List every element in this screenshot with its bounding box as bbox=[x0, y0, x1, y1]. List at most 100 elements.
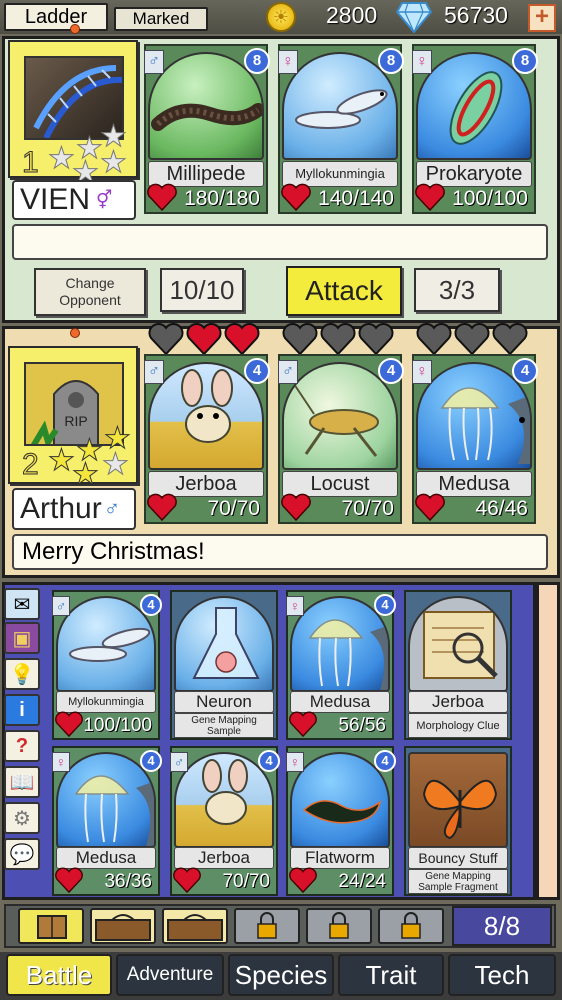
player-card[interactable]: ♀ 4 Medusa 46/46 bbox=[412, 354, 538, 524]
level-badge: 8 bbox=[244, 48, 270, 74]
card-subtitle: Morphology Clue bbox=[408, 713, 508, 738]
star-icon: ★ bbox=[102, 448, 130, 481]
male-icon: ♂ bbox=[278, 360, 298, 384]
male-icon: ♂ bbox=[52, 596, 70, 616]
player-name-text: Arthur bbox=[20, 492, 102, 525]
inventory-card[interactable]: Bouncy Stuff Gene Mapping Sample Fragmen… bbox=[404, 746, 512, 896]
opponent-rank: 1 bbox=[22, 146, 40, 180]
level-badge: 4 bbox=[140, 594, 162, 616]
female-icon: ♀ bbox=[286, 752, 304, 772]
player-name: Arthur ♂ bbox=[12, 488, 136, 530]
card-hp: 24/24 bbox=[338, 871, 386, 892]
info-icon[interactable]: i bbox=[4, 694, 40, 726]
inventory-scrollbar[interactable] bbox=[536, 582, 560, 900]
opponent-card[interactable]: ♂ 8 Millipede 180/180 bbox=[144, 44, 270, 214]
level-badge: 8 bbox=[512, 48, 538, 74]
box-slot[interactable] bbox=[18, 908, 84, 944]
book-icon[interactable]: 📖 bbox=[4, 766, 40, 798]
card-hp: 70/70 bbox=[207, 497, 260, 520]
locked-slot[interactable] bbox=[378, 908, 444, 944]
star-icon: ★ bbox=[48, 444, 76, 477]
female-icon: ♀ bbox=[52, 752, 70, 772]
tab-trait[interactable]: Trait bbox=[338, 954, 444, 996]
attack-button[interactable]: Attack bbox=[286, 266, 402, 316]
male-icon: ♂ bbox=[144, 360, 164, 384]
level-badge: 4 bbox=[258, 750, 280, 772]
opponent-name-text: VIEN bbox=[20, 183, 91, 216]
level-badge: 4 bbox=[512, 358, 538, 384]
lock-icon bbox=[401, 912, 421, 939]
tab-adventure[interactable]: Adventure bbox=[116, 954, 224, 996]
star-icon: ★ bbox=[100, 146, 128, 179]
card-hp: 46/46 bbox=[475, 497, 528, 520]
level-badge: 4 bbox=[244, 358, 270, 384]
help-icon[interactable]: ? bbox=[4, 730, 40, 762]
butterfly-icon bbox=[408, 752, 508, 848]
lock-icon bbox=[329, 912, 349, 939]
tab-battle[interactable]: Battle bbox=[6, 954, 112, 996]
card-subtitle: Gene Mapping Sample Fragment bbox=[408, 869, 508, 894]
inventory-card[interactable]: ♀ 4 Flatworm 24/24 bbox=[286, 746, 396, 896]
lightbulb-icon[interactable]: 💡 bbox=[4, 658, 40, 690]
card-name: Neuron bbox=[174, 691, 274, 713]
pin-icon bbox=[70, 24, 80, 34]
card-hp: 70/70 bbox=[222, 871, 270, 892]
locked-slot[interactable] bbox=[306, 908, 372, 944]
gear-icon[interactable]: ⚙ bbox=[4, 802, 40, 834]
inventory-card[interactable]: Jerboa Morphology Clue bbox=[404, 590, 512, 740]
tickets-counter: 10/10 bbox=[160, 268, 244, 312]
card-name: Jerboa bbox=[408, 691, 508, 713]
scroll-magnifier-icon bbox=[408, 596, 508, 692]
bag-slot[interactable] bbox=[162, 908, 228, 944]
level-badge: 4 bbox=[378, 358, 404, 384]
buy-currency-button[interactable]: + bbox=[528, 4, 556, 32]
coin-icon: ☀ bbox=[266, 2, 296, 32]
gender-icon: ⚥ bbox=[96, 189, 113, 210]
level-badge: 4 bbox=[374, 750, 396, 772]
player-rank: 2 bbox=[22, 448, 40, 482]
chest-icon[interactable]: ▣ bbox=[4, 622, 40, 654]
bag-slot[interactable] bbox=[90, 908, 156, 944]
card-hp: 100/100 bbox=[452, 187, 528, 210]
female-icon: ♀ bbox=[412, 360, 432, 384]
card-hp: 70/70 bbox=[341, 497, 394, 520]
pin-icon bbox=[70, 328, 80, 338]
card-hp: 140/140 bbox=[318, 187, 394, 210]
bag-icon bbox=[167, 914, 223, 941]
locust-lives bbox=[282, 323, 394, 356]
locked-slot[interactable] bbox=[234, 908, 300, 944]
box-icon bbox=[37, 915, 67, 939]
tab-ladder[interactable]: Ladder bbox=[4, 3, 108, 31]
player-card[interactable]: ♂ 4 Locust 70/70 bbox=[278, 354, 404, 524]
svg-text:RIP: RIP bbox=[64, 413, 87, 429]
opponent-card[interactable]: ♀ 8 Myllokunmingia 140/140 bbox=[278, 44, 404, 214]
tab-marked[interactable]: Marked bbox=[114, 7, 208, 31]
player-message: Merry Christmas! bbox=[12, 534, 548, 570]
inventory-card[interactable]: ♀ 4 Medusa 36/36 bbox=[52, 746, 162, 896]
player-card[interactable]: ♂ 4 Jerboa 70/70 bbox=[144, 354, 270, 524]
female-icon: ♀ bbox=[412, 50, 432, 74]
bag-icon bbox=[95, 914, 151, 941]
gem-count: 56730 bbox=[444, 2, 508, 28]
chat-icon[interactable]: 💬 bbox=[4, 838, 40, 870]
level-badge: 4 bbox=[140, 750, 162, 772]
inventory-card[interactable]: ♀ 4 Medusa 56/56 bbox=[286, 590, 396, 740]
opponent-card[interactable]: ♀ 8 Prokaryote 100/100 bbox=[412, 44, 538, 214]
flask-icon bbox=[174, 596, 274, 692]
slot-count: 8/8 bbox=[452, 906, 552, 946]
female-icon: ♀ bbox=[286, 596, 304, 616]
change-opponent-button[interactable]: Change Opponent bbox=[34, 268, 146, 316]
mail-icon[interactable]: ✉ bbox=[4, 588, 40, 620]
opponent-name: VIEN ⚥ bbox=[12, 180, 136, 220]
lock-icon bbox=[257, 912, 277, 939]
medusa-lives bbox=[416, 323, 528, 356]
card-hp: 56/56 bbox=[338, 715, 386, 736]
level-badge: 4 bbox=[374, 594, 396, 616]
inventory-card[interactable]: ♂ 4 Jerboa 70/70 bbox=[170, 746, 280, 896]
attacks-left-counter: 3/3 bbox=[414, 268, 500, 312]
tab-tech[interactable]: Tech bbox=[448, 954, 556, 996]
inventory-card[interactable]: Neuron Gene Mapping Sample bbox=[170, 590, 278, 740]
tab-species[interactable]: Species bbox=[228, 954, 334, 996]
inventory-card[interactable]: ♂ 4 Myllokunmingia 100/100 bbox=[52, 590, 162, 740]
female-icon: ♀ bbox=[278, 50, 298, 74]
